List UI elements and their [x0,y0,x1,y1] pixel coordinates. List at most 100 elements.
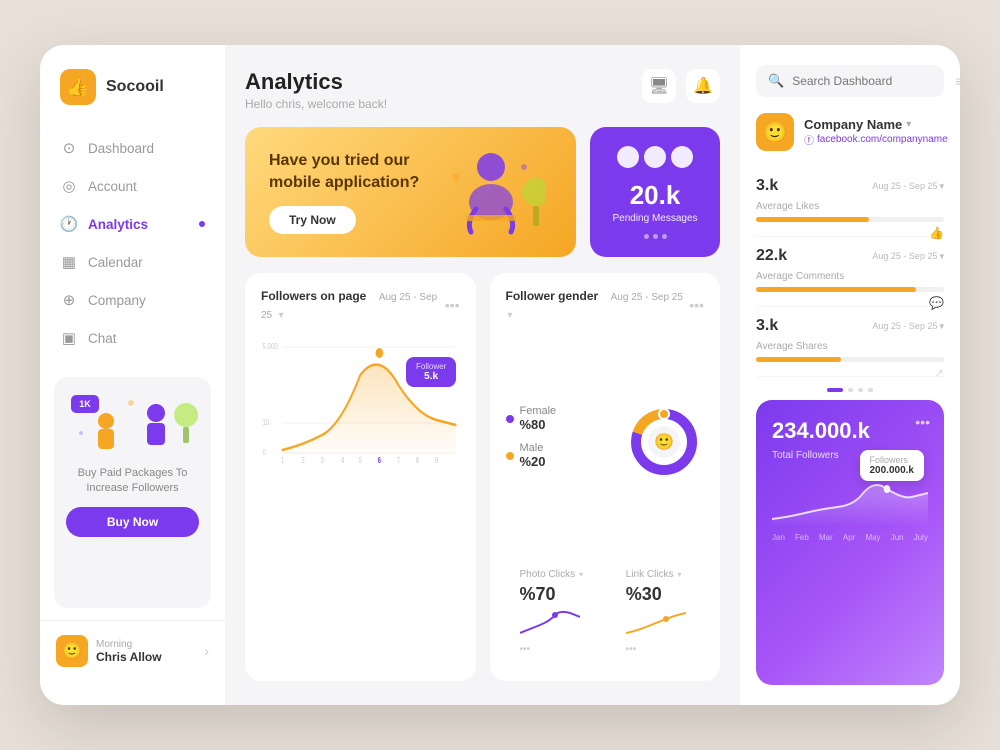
company-name: Company Name [804,117,902,132]
svg-text:3: 3 [320,456,323,465]
svg-text:5: 5 [359,456,362,465]
company-avatar: 🙂 [756,113,794,151]
gender-chart-card: Follower gender Aug 25 - Sep 25 ▾ ••• Fe… [490,273,721,681]
banner-illustration [436,137,546,247]
svg-text:0: 0 [263,448,266,457]
female-info: Female %80 [520,405,557,432]
share-icon: ↗ [934,366,944,380]
sidebar-nav: ⊙ Dashboard ◎ Account 🕐 Analytics ▦ Cale… [40,129,225,357]
svg-text:9: 9 [435,456,438,465]
try-now-button[interactable]: Try Now [269,206,356,234]
female-dot [506,415,514,423]
stat-date-chevron[interactable]: ▾ [939,181,944,192]
company-dropdown-icon[interactable]: ▾ [906,119,911,130]
sidebar-item-dashboard[interactable]: ⊙ Dashboard [40,129,225,167]
followers-chart-card: Followers on page Aug 25 - Sep 25 ▾ ••• … [245,273,476,681]
card-indicator-dots [644,234,667,239]
stat-date-chevron[interactable]: ▾ [939,251,944,262]
stat-shares-value: 3.k [756,317,778,335]
page-dot-1[interactable] [848,388,853,392]
user-info: Morning Chris Allow [96,639,196,664]
pagination-dots [756,388,944,392]
stat-comments-bar [756,287,916,292]
chart-title: Followers on page [261,289,366,303]
svg-text:4: 4 [341,456,344,465]
gender-chart-header: Follower gender Aug 25 - Sep 25 ▾ ••• [506,287,705,323]
user-arrow-icon[interactable]: › [204,643,209,659]
bubble-3 [671,146,693,168]
page-dot-active[interactable] [827,388,843,392]
sidebar-item-label: Chat [88,331,117,346]
sidebar-item-label: Account [88,179,137,194]
gender-donut-chart: 🙂 [624,402,704,482]
monitor-button[interactable]: 🖥 [642,69,676,103]
company-name-row: Company Name ▾ [804,117,948,132]
promo-text: Buy Paid Packages To Increase Followers [66,466,199,497]
svg-text:8: 8 [416,456,419,465]
sidebar-item-company[interactable]: ⊕ Company [40,281,225,319]
photo-clicks-title: Photo Clicks ▾ [520,569,584,580]
photo-card-dots: ••• [520,644,584,655]
notification-button[interactable]: 🔔 [686,69,720,103]
link-clicks-value: %30 [626,584,690,605]
thumbs-up-icon: 👍 [929,226,944,240]
fb-icon: ⓕ [804,132,814,147]
tooltip-value: 5.k [416,371,446,382]
chart-date-chevron[interactable]: ▾ [279,310,284,321]
calendar-icon: ▦ [60,253,78,271]
gender-content: Female %80 Male %20 [506,335,705,549]
chart-title-area: Followers on page Aug 25 - Sep 25 ▾ [261,287,445,323]
svg-text:1: 1 [281,456,284,465]
chart-area: Follower 5.k 5.000 10 0 [261,327,460,470]
chart-tooltip: Follower 5.k [406,357,456,387]
search-input[interactable] [792,74,947,88]
tooltip-label: Follower [416,362,446,371]
stat-likes: 3.k Aug 25 - Sep 25 ▾ Average Likes 👍 [756,167,944,237]
title-area: Analytics Hello chris, welcome back! [245,69,387,111]
stat-comments-label: Average Comments [756,271,944,282]
page-title: Analytics [245,69,387,95]
link-clicks-card: Link Clicks ▾ %30 ••• [612,557,704,667]
banner-row: Have you tried our mobile application? T… [245,127,720,257]
buy-now-button[interactable]: Buy Now [66,507,199,537]
stat-date-chevron[interactable]: ▾ [939,321,944,332]
gender-date-chevron[interactable]: ▾ [508,310,513,321]
sidebar-item-calendar[interactable]: ▦ Calendar [40,243,225,281]
sidebar-item-analytics[interactable]: 🕐 Analytics [40,205,225,243]
dot-2 [653,234,658,239]
photo-clicks-card: Photo Clicks ▾ %70 ••• [506,557,598,667]
stat-shares-date: Aug 25 - Sep 25 ▾ [872,321,944,332]
sidebar-item-label: Company [88,293,146,308]
active-indicator [199,221,205,227]
stat-comments-value: 22.k [756,247,787,265]
link-card-dots: ••• [626,644,690,655]
messages-count: 20.k [630,180,681,211]
svg-text:🙂: 🙂 [654,433,674,451]
stat-comments: 22.k Aug 25 - Sep 25 ▾ Average Comments … [756,237,944,307]
stat-shares-bar-bg [756,357,944,362]
page-dot-2[interactable] [858,388,863,392]
page-dot-3[interactable] [868,388,873,392]
sidebar-item-chat[interactable]: ▣ Chat [40,319,225,357]
month-apr: Apr [843,533,855,542]
sidebar-item-account[interactable]: ◎ Account [40,167,225,205]
gender-chart-title: Follower gender [506,289,599,303]
user-avatar: 🙂 [56,635,88,667]
total-more-menu[interactable]: ••• [915,414,930,430]
gender-chart-date: Aug 25 - Sep 25 [611,292,683,303]
stat-shares-label: Average Shares [756,341,944,352]
total-followers-value: 234.000.k [772,418,928,444]
gender-female: Female %80 [506,405,615,432]
dot-3 [662,234,667,239]
photo-arrow-icon: ▾ [579,570,583,579]
filter-icon[interactable]: ≡ [955,73,960,89]
month-feb: Feb [795,533,809,542]
gender-more-menu[interactable]: ••• [689,297,704,313]
company-url: ⓕ facebook.com/companyname [804,132,948,147]
stat-comments-header: 22.k Aug 25 - Sep 25 ▾ [756,247,944,265]
link-clicks-title: Link Clicks ▾ [626,569,690,580]
user-greeting: Morning [96,639,196,650]
chart-more-menu[interactable]: ••• [445,297,460,313]
stat-likes-bar [756,217,869,222]
stats-section: 3.k Aug 25 - Sep 25 ▾ Average Likes 👍 22… [756,167,944,380]
